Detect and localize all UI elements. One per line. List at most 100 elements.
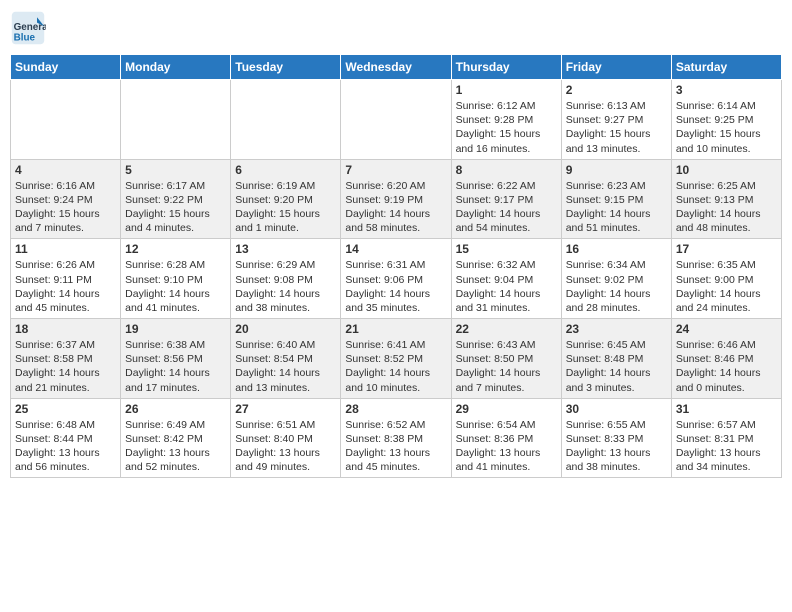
day-info: Sunrise: 6:16 AM Sunset: 9:24 PM Dayligh… bbox=[15, 179, 116, 236]
calendar-cell: 22 Sunrise: 6:43 AM Sunset: 8:50 PM Dayli… bbox=[451, 319, 561, 399]
calendar-cell: 1 Sunrise: 6:12 AM Sunset: 9:28 PM Daylig… bbox=[451, 80, 561, 160]
day-number: 27 bbox=[235, 402, 336, 416]
calendar-cell: 29Sunrise: 6:54 AM Sunset: 8:36 PM Dayli… bbox=[451, 398, 561, 478]
day-number: 18 bbox=[15, 322, 116, 336]
day-info: Sunrise: 6:43 AM Sunset: 8:50 PM Dayligh… bbox=[456, 338, 557, 395]
day-info: Sunrise: 6:26 AM Sunset: 9:11 PM Dayligh… bbox=[15, 258, 116, 315]
day-number: 15 bbox=[456, 242, 557, 256]
week-row-3: 11 Sunrise: 6:26 AM Sunset: 9:11 PM Dayli… bbox=[11, 239, 782, 319]
calendar-cell: 15 Sunrise: 6:32 AM Sunset: 9:04 PM Dayli… bbox=[451, 239, 561, 319]
day-info: Sunrise: 6:14 AM Sunset: 9:25 PM Dayligh… bbox=[676, 99, 777, 156]
day-number: 4 bbox=[15, 163, 116, 177]
calendar-cell: 18 Sunrise: 6:37 AM Sunset: 8:58 PM Dayli… bbox=[11, 319, 121, 399]
day-number: 22 bbox=[456, 322, 557, 336]
calendar-cell: 20Sunrise: 6:40 AM Sunset: 8:54 PM Dayli… bbox=[231, 319, 341, 399]
weekday-header-thursday: Thursday bbox=[451, 55, 561, 80]
day-info: Sunrise: 6:37 AM Sunset: 8:58 PM Dayligh… bbox=[15, 338, 116, 395]
day-number: 29 bbox=[456, 402, 557, 416]
calendar-cell bbox=[11, 80, 121, 160]
day-number: 10 bbox=[676, 163, 777, 177]
calendar-cell: 26 Sunrise: 6:49 AM Sunset: 8:42 PM Dayli… bbox=[121, 398, 231, 478]
day-info: Sunrise: 6:45 AM Sunset: 8:48 PM Dayligh… bbox=[566, 338, 667, 395]
weekday-header-sunday: Sunday bbox=[11, 55, 121, 80]
day-info: Sunrise: 6:35 AM Sunset: 9:00 PM Dayligh… bbox=[676, 258, 777, 315]
day-info: Sunrise: 6:46 AM Sunset: 8:46 PM Dayligh… bbox=[676, 338, 777, 395]
day-info: Sunrise: 6:51 AM Sunset: 8:40 PM Dayligh… bbox=[235, 418, 336, 475]
weekday-header-monday: Monday bbox=[121, 55, 231, 80]
weekday-header-row: SundayMondayTuesdayWednesdayThursdayFrid… bbox=[11, 55, 782, 80]
day-number: 21 bbox=[345, 322, 446, 336]
weekday-header-saturday: Saturday bbox=[671, 55, 781, 80]
calendar-cell bbox=[231, 80, 341, 160]
calendar-cell: 13 Sunrise: 6:29 AM Sunset: 9:08 PM Dayli… bbox=[231, 239, 341, 319]
weekday-header-friday: Friday bbox=[561, 55, 671, 80]
day-number: 14 bbox=[345, 242, 446, 256]
day-info: Sunrise: 6:25 AM Sunset: 9:13 PM Dayligh… bbox=[676, 179, 777, 236]
calendar-cell: 30Sunrise: 6:55 AM Sunset: 8:33 PM Dayli… bbox=[561, 398, 671, 478]
weekday-header-wednesday: Wednesday bbox=[341, 55, 451, 80]
week-row-1: 1 Sunrise: 6:12 AM Sunset: 9:28 PM Daylig… bbox=[11, 80, 782, 160]
day-number: 1 bbox=[456, 83, 557, 97]
calendar-cell: 31Sunrise: 6:57 AM Sunset: 8:31 PM Dayli… bbox=[671, 398, 781, 478]
day-number: 20 bbox=[235, 322, 336, 336]
day-number: 26 bbox=[125, 402, 226, 416]
day-info: Sunrise: 6:20 AM Sunset: 9:19 PM Dayligh… bbox=[345, 179, 446, 236]
calendar-cell: 25Sunrise: 6:48 AM Sunset: 8:44 PM Dayli… bbox=[11, 398, 121, 478]
calendar-cell bbox=[121, 80, 231, 160]
day-number: 28 bbox=[345, 402, 446, 416]
day-number: 13 bbox=[235, 242, 336, 256]
day-info: Sunrise: 6:13 AM Sunset: 9:27 PM Dayligh… bbox=[566, 99, 667, 156]
week-row-5: 25Sunrise: 6:48 AM Sunset: 8:44 PM Dayli… bbox=[11, 398, 782, 478]
calendar-cell: 14Sunrise: 6:31 AM Sunset: 9:06 PM Dayli… bbox=[341, 239, 451, 319]
calendar-cell: 19 Sunrise: 6:38 AM Sunset: 8:56 PM Dayli… bbox=[121, 319, 231, 399]
calendar-cell: 16Sunrise: 6:34 AM Sunset: 9:02 PM Dayli… bbox=[561, 239, 671, 319]
day-number: 7 bbox=[345, 163, 446, 177]
calendar-cell: 21Sunrise: 6:41 AM Sunset: 8:52 PM Dayli… bbox=[341, 319, 451, 399]
calendar-cell: 8Sunrise: 6:22 AM Sunset: 9:17 PM Daylig… bbox=[451, 159, 561, 239]
day-info: Sunrise: 6:32 AM Sunset: 9:04 PM Dayligh… bbox=[456, 258, 557, 315]
day-info: Sunrise: 6:48 AM Sunset: 8:44 PM Dayligh… bbox=[15, 418, 116, 475]
day-number: 24 bbox=[676, 322, 777, 336]
calendar-cell: 5 Sunrise: 6:17 AM Sunset: 9:22 PM Daylig… bbox=[121, 159, 231, 239]
calendar-cell: 2 Sunrise: 6:13 AM Sunset: 9:27 PM Daylig… bbox=[561, 80, 671, 160]
day-info: Sunrise: 6:12 AM Sunset: 9:28 PM Dayligh… bbox=[456, 99, 557, 156]
calendar-table: SundayMondayTuesdayWednesdayThursdayFrid… bbox=[10, 54, 782, 478]
calendar-cell: 3 Sunrise: 6:14 AM Sunset: 9:25 PM Daylig… bbox=[671, 80, 781, 160]
calendar-cell bbox=[341, 80, 451, 160]
calendar-cell: 28 Sunrise: 6:52 AM Sunset: 8:38 PM Dayli… bbox=[341, 398, 451, 478]
day-number: 9 bbox=[566, 163, 667, 177]
calendar-cell: 12Sunrise: 6:28 AM Sunset: 9:10 PM Dayli… bbox=[121, 239, 231, 319]
logo-icon: General Blue bbox=[10, 10, 46, 46]
calendar-cell: 17 Sunrise: 6:35 AM Sunset: 9:00 PM Dayli… bbox=[671, 239, 781, 319]
weekday-header-tuesday: Tuesday bbox=[231, 55, 341, 80]
day-info: Sunrise: 6:38 AM Sunset: 8:56 PM Dayligh… bbox=[125, 338, 226, 395]
day-number: 31 bbox=[676, 402, 777, 416]
calendar-cell: 23 Sunrise: 6:45 AM Sunset: 8:48 PM Dayli… bbox=[561, 319, 671, 399]
calendar-cell: 10 Sunrise: 6:25 AM Sunset: 9:13 PM Dayli… bbox=[671, 159, 781, 239]
day-number: 2 bbox=[566, 83, 667, 97]
day-number: 8 bbox=[456, 163, 557, 177]
day-info: Sunrise: 6:52 AM Sunset: 8:38 PM Dayligh… bbox=[345, 418, 446, 475]
svg-text:Blue: Blue bbox=[14, 33, 36, 44]
day-info: Sunrise: 6:19 AM Sunset: 9:20 PM Dayligh… bbox=[235, 179, 336, 236]
day-number: 17 bbox=[676, 242, 777, 256]
logo: General Blue bbox=[10, 10, 48, 46]
calendar-cell: 9 Sunrise: 6:23 AM Sunset: 9:15 PM Daylig… bbox=[561, 159, 671, 239]
day-number: 30 bbox=[566, 402, 667, 416]
day-info: Sunrise: 6:23 AM Sunset: 9:15 PM Dayligh… bbox=[566, 179, 667, 236]
calendar-cell: 27 Sunrise: 6:51 AM Sunset: 8:40 PM Dayli… bbox=[231, 398, 341, 478]
calendar-cell: 6 Sunrise: 6:19 AM Sunset: 9:20 PM Daylig… bbox=[231, 159, 341, 239]
day-number: 6 bbox=[235, 163, 336, 177]
day-info: Sunrise: 6:17 AM Sunset: 9:22 PM Dayligh… bbox=[125, 179, 226, 236]
day-number: 11 bbox=[15, 242, 116, 256]
day-number: 19 bbox=[125, 322, 226, 336]
day-number: 5 bbox=[125, 163, 226, 177]
week-row-4: 18 Sunrise: 6:37 AM Sunset: 8:58 PM Dayli… bbox=[11, 319, 782, 399]
day-number: 23 bbox=[566, 322, 667, 336]
day-info: Sunrise: 6:34 AM Sunset: 9:02 PM Dayligh… bbox=[566, 258, 667, 315]
day-info: Sunrise: 6:49 AM Sunset: 8:42 PM Dayligh… bbox=[125, 418, 226, 475]
week-row-2: 4 Sunrise: 6:16 AM Sunset: 9:24 PM Daylig… bbox=[11, 159, 782, 239]
day-number: 3 bbox=[676, 83, 777, 97]
calendar-cell: 24 Sunrise: 6:46 AM Sunset: 8:46 PM Dayli… bbox=[671, 319, 781, 399]
day-info: Sunrise: 6:29 AM Sunset: 9:08 PM Dayligh… bbox=[235, 258, 336, 315]
